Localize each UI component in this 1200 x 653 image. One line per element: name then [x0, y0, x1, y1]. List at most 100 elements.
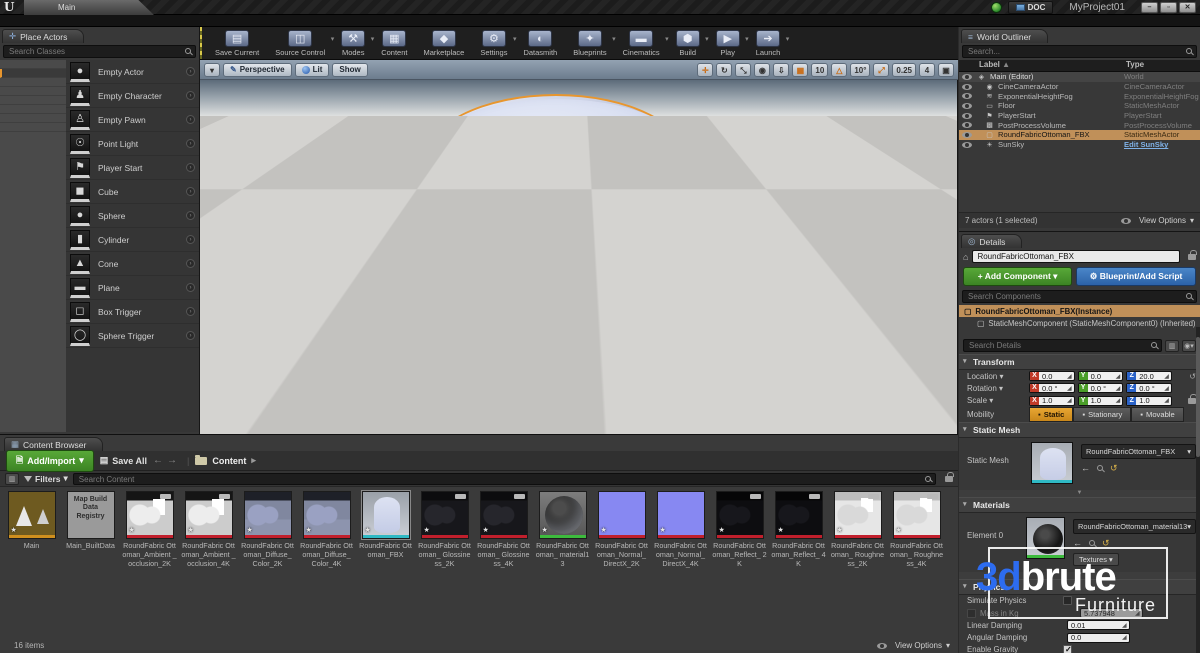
use-selected-asset-icon[interactable]: ← [1081, 463, 1090, 473]
mobility-option-button[interactable]: ▪Movable [1131, 407, 1183, 422]
static-mesh-dropdown[interactable]: RoundFabricOttoman_FBX▾ [1081, 444, 1196, 459]
asset-item[interactable]: ★ RoundFabric Ottoman_ material13 [535, 491, 590, 568]
toolbar-button[interactable]: ▶ Play ▾ [709, 29, 747, 58]
value-field[interactable]: 0.0◢ [1067, 633, 1130, 643]
outliner-row[interactable]: ▢ RoundFabricOttoman_FBX StaticMeshActor [959, 130, 1200, 140]
toolbar-button[interactable]: ▤ Save Current [208, 29, 266, 58]
minimize-button[interactable]: – [1141, 2, 1158, 13]
chevron-down-icon[interactable]: ▾ [786, 35, 790, 43]
asset-thumbnail[interactable]: ★ [244, 491, 292, 539]
placeable-actor-item[interactable]: ● Empty Actor › [66, 60, 199, 84]
placeable-actor-item[interactable]: ● Sphere › [66, 204, 199, 228]
asset-thumbnail[interactable]: ★ [598, 491, 646, 539]
lit-button[interactable]: Lit [295, 63, 330, 77]
close-button[interactable]: ✕ [1179, 2, 1196, 13]
asset-item[interactable]: Map Build Data Registry Main_BuiltData [63, 491, 118, 568]
category-item[interactable] [0, 60, 66, 69]
asset-thumbnail[interactable]: ★ [126, 491, 174, 539]
drag-handle-icon[interactable]: › [186, 307, 195, 316]
visibility-eye-icon[interactable] [962, 103, 972, 109]
menu-item[interactable] [64, 15, 82, 26]
placeable-actor-item[interactable]: ⚑ Player Start › [66, 156, 199, 180]
round-fabric-ottoman-mesh[interactable] [422, 94, 690, 382]
location-z-field[interactable]: Z20.0◢ [1126, 371, 1172, 381]
scale-snap-icon[interactable]: ⤢ [873, 63, 889, 77]
place-actors-tab[interactable]: ✛Place Actors [2, 29, 84, 43]
move-tool-button[interactable]: ✛ [697, 63, 713, 77]
sort-arrow-icon[interactable]: ▲ [1002, 60, 1010, 69]
asset-thumbnail[interactable]: ★ [775, 491, 823, 539]
asset-item[interactable]: ★ RoundFabric Ottoman_Ambient _occlusion… [181, 491, 236, 568]
category-item[interactable] [0, 123, 66, 132]
asset-thumbnail[interactable]: ★ [8, 491, 56, 539]
menu-item[interactable] [44, 15, 62, 26]
actor-name-input[interactable]: RoundFabricOttoman_FBX [972, 250, 1180, 263]
placeable-actor-item[interactable]: ▬ Plane › [66, 276, 199, 300]
maximize-viewport-button[interactable]: ▣ [938, 63, 954, 77]
menu-item[interactable] [24, 15, 42, 26]
asset-item[interactable]: ★ RoundFabric Ottoman_ Glossiness_4K [476, 491, 531, 568]
materials-section-header[interactable]: Materials [959, 497, 1200, 513]
drag-handle-icon[interactable]: › [186, 91, 195, 100]
drag-handle-icon[interactable]: › [186, 235, 195, 244]
placeable-actor-item[interactable]: ▲ Cone › [66, 252, 199, 276]
drag-handle-icon[interactable]: › [186, 211, 195, 220]
asset-thumbnail[interactable]: ★ [834, 491, 882, 539]
asset-thumbnail[interactable]: ★ [480, 491, 528, 539]
lock-icon[interactable] [1188, 254, 1196, 260]
visibility-eye-icon[interactable] [962, 142, 972, 148]
outliner-row[interactable]: ⚑ PlayerStart PlayerStart [959, 111, 1200, 121]
placeable-actor-item[interactable]: ◼ Cube › [66, 180, 199, 204]
reset-location-icon[interactable]: ↺ [1189, 372, 1196, 381]
toolbar-button[interactable]: ▬ Cinematics ▾ [616, 29, 667, 58]
mobility-option-button[interactable]: ▪Static [1029, 407, 1073, 422]
asset-thumbnail[interactable]: ★ [716, 491, 764, 539]
category-item[interactable] [0, 105, 66, 114]
reset-icon[interactable]: ↺ [1110, 463, 1118, 474]
section-collapse-caret[interactable]: ▼ [959, 572, 1200, 579]
asset-thumbnail[interactable]: Map Build Data Registry [67, 491, 115, 539]
asset-thumbnail[interactable]: ★ [362, 491, 410, 539]
scale-z-field[interactable]: Z1.0◢ [1126, 396, 1172, 406]
asset-item[interactable]: ★ RoundFabric Ottoman_ Roughness_4K [889, 491, 944, 568]
textures-dropdown-button[interactable]: Textures ▾ [1073, 553, 1119, 566]
asset-item[interactable]: ★ RoundFabric Ottoman_Reflect_ 4K [771, 491, 826, 568]
rotate-tool-button[interactable]: ↻ [716, 63, 732, 77]
display-filter-eye-icon[interactable]: ◉▾ [1182, 340, 1196, 352]
asset-item[interactable]: ★ RoundFabric Ottoman_Diffuse_ Color_4K [299, 491, 354, 568]
static-mesh-thumbnail[interactable] [1031, 442, 1073, 484]
toolbar-button[interactable]: ⚒ Modes ▾ [334, 29, 372, 58]
asset-thumbnail[interactable]: ★ [421, 491, 469, 539]
asset-item[interactable]: ★ RoundFabric Ottoman_Diffuse_ Color_2K [240, 491, 295, 568]
asset-thumbnail[interactable]: ★ [657, 491, 705, 539]
browse-to-asset-icon[interactable] [1089, 540, 1095, 546]
drag-handle-icon[interactable]: › [186, 115, 195, 124]
outliner-row[interactable]: ◉ CineCameraActor CineCameraActor [959, 82, 1200, 92]
value-field[interactable]: 5.737948◢ [1080, 608, 1143, 618]
material-dropdown[interactable]: RoundFabricOttoman_material13▾ [1073, 519, 1196, 534]
category-item[interactable] [0, 78, 66, 87]
menu-item[interactable] [4, 15, 22, 26]
static-mesh-section-header[interactable]: Static Mesh [959, 422, 1200, 438]
use-selected-asset-icon[interactable]: ← [1073, 538, 1082, 548]
reset-icon[interactable]: ↺ [1102, 538, 1110, 549]
drag-handle-icon[interactable]: › [186, 187, 195, 196]
toolbar-button[interactable]: ▦ Content [374, 29, 414, 58]
asset-item[interactable]: ★ RoundFabric Ottoman_Reflect_ 2K [712, 491, 767, 568]
outliner-header[interactable]: Label ▲ Type [959, 60, 1200, 72]
toolbar-button[interactable]: ◆ Marketplace [417, 29, 472, 58]
scale-tool-button[interactable]: ⤡ [735, 63, 751, 77]
location-y-field[interactable]: Y0.0◢ [1078, 371, 1124, 381]
view-toggle-icon[interactable]: ▥ [5, 473, 19, 485]
forward-button[interactable]: → [167, 455, 181, 466]
drag-handle-icon[interactable]: › [186, 139, 195, 148]
mobility-option-button[interactable]: ▪Stationary [1073, 407, 1131, 422]
back-button[interactable]: ← [153, 455, 167, 466]
checkbox[interactable] [1063, 596, 1072, 605]
visibility-eye-icon[interactable] [962, 84, 972, 90]
toolbar-button[interactable]: ◫ Source Control ▾ [268, 29, 332, 58]
placeable-actor-item[interactable]: ☉ Point Light › [66, 132, 199, 156]
placeable-actor-item[interactable]: ♙ Empty Pawn › [66, 108, 199, 132]
rotation-snap-value[interactable]: 10° [850, 63, 870, 77]
rotation-y-field[interactable]: Y0.0 °◢ [1078, 383, 1124, 393]
